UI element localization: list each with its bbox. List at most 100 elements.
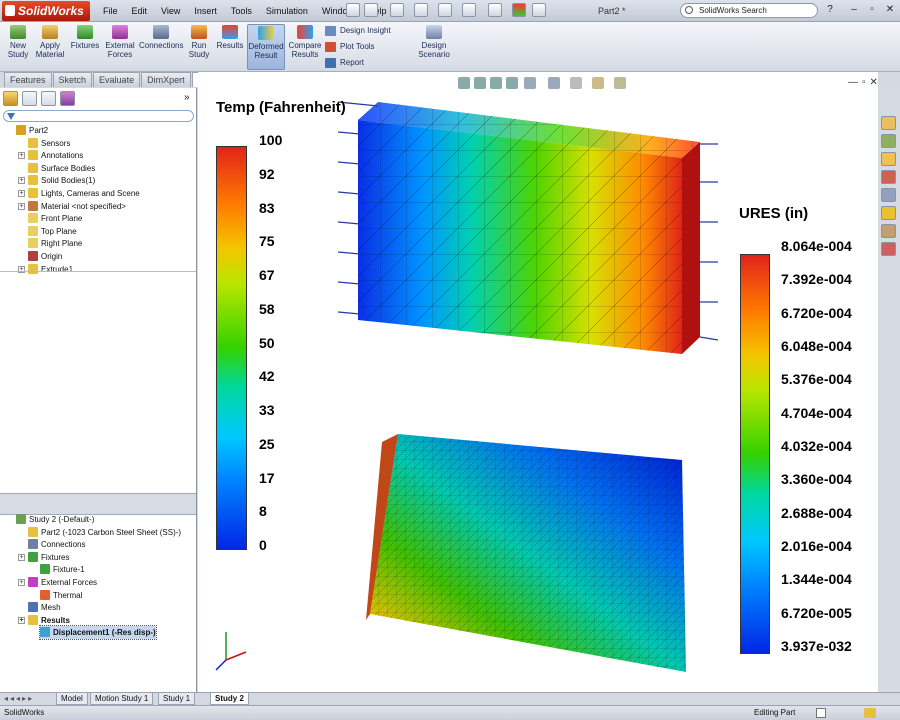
tree-item[interactable]: Right Plane (28, 237, 82, 250)
expand-icon[interactable]: + (18, 190, 25, 197)
expand-icon[interactable]: + (18, 553, 25, 561)
expand-icon[interactable]: + (18, 177, 25, 185)
help-icon[interactable]: ? (824, 4, 836, 16)
expand-icon[interactable]: + (18, 616, 25, 624)
fixtures-button[interactable]: Fixtures (68, 24, 102, 70)
tree-item[interactable]: Top Plane (28, 225, 77, 238)
dimxpert-manager-icon[interactable] (60, 91, 75, 106)
filter-input[interactable] (3, 110, 194, 122)
forum-icon[interactable] (881, 242, 896, 256)
plot-tools-button[interactable]: Plot Tools (325, 40, 375, 54)
expand-icon[interactable]: + (18, 202, 25, 210)
feature-manager-icon[interactable] (3, 91, 18, 106)
menu-item-insert[interactable]: Insert (187, 0, 224, 22)
tab-motion-study-1[interactable]: Motion Study 1 (90, 693, 154, 705)
property-manager-icon[interactable] (22, 91, 37, 106)
options-icon[interactable] (532, 3, 546, 17)
connections-button[interactable]: Connections (139, 24, 183, 70)
select-arrow-icon[interactable] (488, 3, 502, 17)
file-explorer-icon[interactable] (881, 188, 896, 202)
external-forces-button[interactable]: External Forces (103, 24, 137, 70)
tab-scroll-arrows[interactable]: ◂◂◂▸▸ (4, 694, 34, 703)
configuration-manager-icon[interactable] (41, 91, 56, 106)
apply-scene-icon[interactable] (614, 77, 626, 89)
minimize-button[interactable]: – (848, 4, 860, 16)
previous-view-icon[interactable] (490, 77, 502, 89)
section-view-icon[interactable] (506, 77, 518, 89)
tree-item[interactable]: Sensors (28, 137, 70, 150)
menu-item-simulation[interactable]: Simulation (259, 0, 315, 22)
rebuild-icon[interactable] (512, 3, 526, 17)
graphics-area[interactable]: Temp (Fahrenheit) 100 92 83 75 67 58 50 42 33 25 1… (198, 72, 878, 692)
tree-item[interactable]: + Results (18, 614, 70, 627)
viewport-controls[interactable]: —▫✕ (848, 77, 882, 89)
tree-item[interactable]: + Annotations (18, 149, 83, 162)
tree-item[interactable]: + Fixtures (18, 551, 69, 564)
tree-item[interactable]: Origin (28, 250, 62, 263)
split-bar[interactable] (0, 493, 196, 515)
design-scenario-button[interactable]: Design Scenario (416, 24, 452, 70)
tab-evaluate[interactable]: Evaluate (93, 72, 141, 87)
apply-material-button[interactable]: Apply Material (34, 24, 66, 70)
menu-item-edit[interactable]: Edit (125, 0, 155, 22)
design-insight-button[interactable]: Design Insight (325, 24, 391, 38)
print-icon[interactable] (438, 3, 452, 17)
help-status-icon[interactable] (816, 708, 826, 718)
new-study-button[interactable]: New Study (4, 24, 32, 70)
menu-item-tools[interactable]: Tools (224, 0, 259, 22)
tab-dimxpert[interactable]: DimXpert (141, 72, 191, 87)
save-icon[interactable] (414, 3, 428, 17)
solidworks-logo[interactable]: SolidWorks (2, 1, 90, 21)
display-style-icon[interactable] (548, 77, 560, 89)
expand-icon[interactable]: + (18, 579, 25, 586)
folder-icon[interactable] (881, 152, 896, 166)
home-icon[interactable] (881, 116, 896, 130)
deformed-result-button[interactable]: Deformed Result (247, 24, 285, 70)
tab-sketch[interactable]: Sketch (52, 72, 93, 87)
tree-item[interactable]: Fixture-1 (40, 563, 85, 576)
run-study-button[interactable]: Run Study (186, 24, 212, 70)
tab-study-1[interactable]: Study 1 (158, 693, 196, 705)
tree-item[interactable]: + Extrude1 (18, 263, 73, 276)
tree-item[interactable]: Thermal (40, 589, 82, 602)
tree-item[interactable]: Part2 (-1023 Carbon Steel Sheet (SS)-) (28, 526, 181, 539)
tab-study-2[interactable]: Study 2 (210, 693, 249, 705)
menu-item-file[interactable]: File (96, 0, 125, 22)
tree-item[interactable]: Surface Bodies (28, 162, 95, 175)
report-button[interactable]: Report (325, 56, 364, 70)
tree-item[interactable]: Connections (28, 538, 85, 551)
resources-icon[interactable] (881, 134, 896, 148)
close-button[interactable]: ✕ (884, 4, 896, 16)
expand-arrows-icon[interactable]: » (184, 92, 190, 103)
design-library-icon[interactable] (881, 170, 896, 184)
rebuild-status-icon[interactable] (864, 708, 876, 718)
custom-properties-icon[interactable] (881, 224, 896, 238)
tree-item[interactable]: + Material <not specified> (18, 200, 126, 213)
undo-icon[interactable] (462, 3, 476, 17)
tab-model[interactable]: Model (56, 693, 88, 705)
tab-features[interactable]: Features (4, 72, 52, 87)
tree-item[interactable]: Mesh (28, 601, 61, 614)
edit-appearance-icon[interactable] (592, 77, 604, 89)
restore-button[interactable]: ▫ (866, 4, 878, 16)
search-input[interactable]: SolidWorks Search (680, 3, 818, 18)
expand-icon[interactable]: + (18, 152, 25, 160)
zoom-fit-icon[interactable] (458, 77, 470, 89)
view-orientation-icon[interactable] (524, 77, 536, 89)
appearances-icon[interactable] (881, 206, 896, 220)
new-document-icon[interactable] (364, 3, 378, 17)
tree-item[interactable]: Part2 (16, 124, 48, 137)
zoom-area-icon[interactable] (474, 77, 486, 89)
results-button[interactable]: Results (216, 24, 244, 70)
tree-item[interactable]: Study 2 (-Default-) (16, 513, 94, 526)
tree-item[interactable]: Displacement1 (-Res disp-) (39, 625, 157, 641)
compare-results-button[interactable]: Compare Results (288, 24, 322, 70)
hide-show-icon[interactable] (570, 77, 582, 89)
tree-item[interactable]: + Lights, Cameras and Scene (18, 187, 140, 200)
open-icon[interactable] (390, 3, 404, 17)
tree-item[interactable]: + Solid Bodies(1) (18, 174, 95, 187)
menu-item-view[interactable]: View (154, 0, 187, 22)
tree-item[interactable]: + External Forces (18, 576, 97, 589)
pin-icon[interactable] (346, 3, 360, 17)
tree-item[interactable]: Front Plane (28, 212, 82, 225)
